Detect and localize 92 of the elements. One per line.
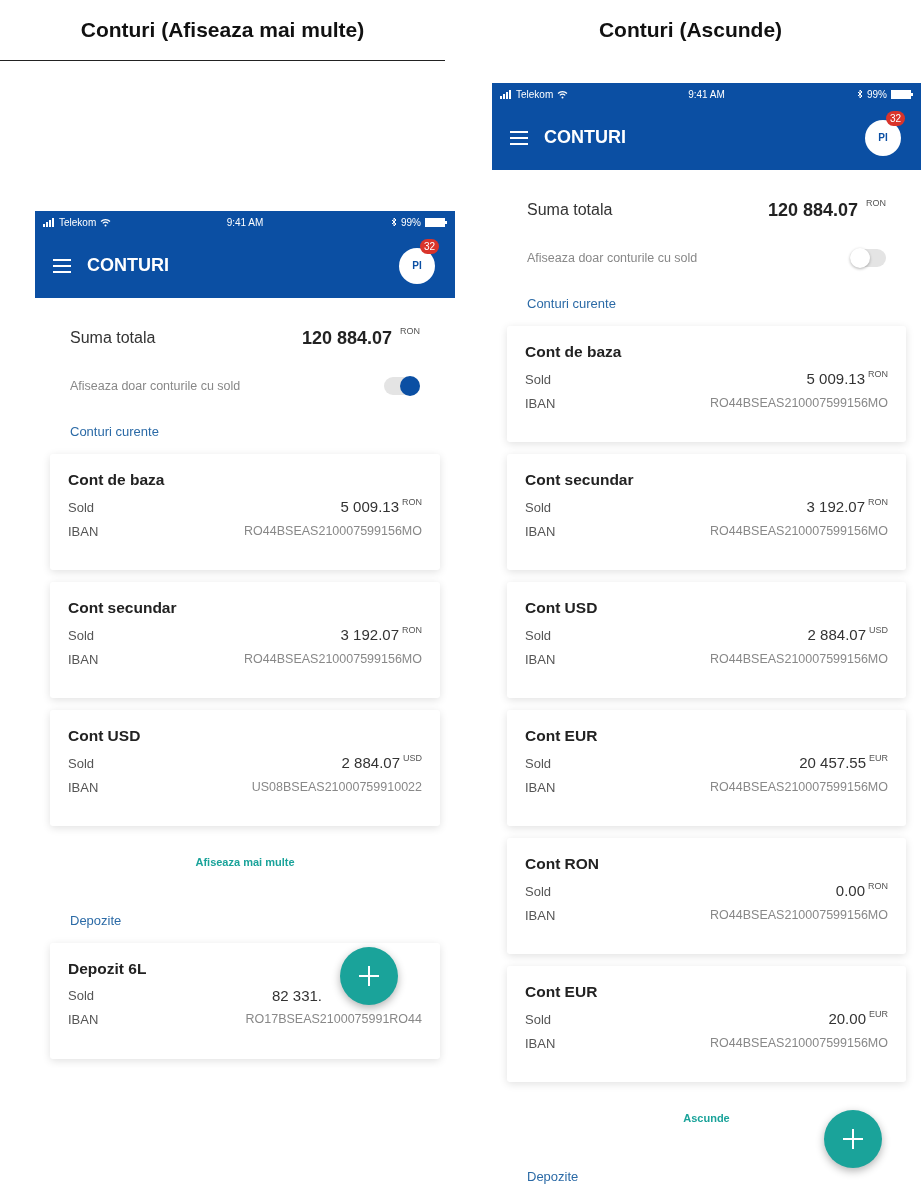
total-amount: 120 884.07 RON [301,324,420,350]
balance-label: Sold [68,987,95,1005]
notification-count: 32 [885,110,905,126]
screen-title: CONTURI [87,254,170,277]
currency-label: EUR [869,1009,888,1019]
add-button[interactable] [824,1110,882,1168]
balance-label: Sold [525,754,552,773]
iban-label: IBAN [68,650,99,669]
menu-icon [510,130,528,145]
account-name: Cont EUR [525,726,598,746]
iban-value: RO44BSEAS210007599156MO [710,1034,888,1052]
iban-label: IBAN [525,906,556,925]
currency-label: RON [868,881,888,891]
plus-icon [842,1128,864,1150]
balance-label: Sold [525,498,552,517]
iban-label: IBAN [68,522,99,541]
total-label: Suma totala [70,328,156,348]
iban-label: IBAN [525,522,556,541]
currency-label: USD [403,753,422,763]
screen-title: CONTURI [544,126,627,149]
section-title: Conturi curente [526,295,617,314]
battery-percent: 99% [867,87,887,102]
iban-value: RO44BSEAS210007599156MO [710,906,888,924]
battery-icon [891,89,913,99]
plus-icon [358,965,380,987]
section-title: Conturi curente [69,423,160,442]
total-amount: 120 884.07 RON [767,196,886,222]
toggle-switch[interactable] [384,377,420,395]
section-title: Depozite [526,1167,580,1186]
total-label: Suma totala [527,200,613,220]
caption: Conturi (Afiseaza mai multe) [79,17,366,43]
account-name: Cont secundar [525,470,634,490]
account-name: Cont EUR [525,982,598,1002]
balance-amount: 82 331. [271,985,322,1006]
wifi-icon [557,89,569,99]
balance-label: Sold [525,626,552,645]
wifi-icon [100,217,112,227]
carrier-name: Telekom [516,87,554,102]
iban-value: RO44BSEAS210007599156MO [710,522,888,540]
iban-value: RO44BSEAS210007599156MO [710,778,888,796]
iban-label: IBAN [525,394,556,413]
balance-label: Sold [68,498,95,517]
account-name: Cont de baza [525,342,622,362]
status-time: 9:41 AM [688,87,725,102]
account-name: Cont USD [68,726,141,746]
iban-label: IBAN [525,650,556,669]
currency-label: RON [402,625,422,635]
iban-value: RO17BSEAS2100075991RO44 [245,1011,422,1029]
filter-label: Afiseaza doar conturile cu sold [70,377,241,395]
balance-label: Sold [68,626,95,645]
filter-label: Afiseaza doar conturile cu sold [527,249,698,267]
battery-icon [425,217,447,227]
account-card[interactable]: Depozit 6L Sold 82 331. IBAN RO17BSEAS2100075991RO44 [50,942,440,1059]
currency-label: RON [866,197,886,208]
currency-label: RON [868,497,888,507]
balance-label: Sold [525,1010,552,1029]
battery-percent: 99% [401,215,421,230]
iban-label: IBAN [68,778,99,797]
menu-icon [53,258,71,273]
currency-label: USD [869,625,888,635]
bluetooth-icon [857,89,863,99]
account-name: Cont RON [525,854,600,874]
toggle-switch[interactable] [850,249,886,267]
iban-label: IBAN [525,778,556,797]
currency-label: RON [868,369,888,379]
account-name: Cont USD [525,598,598,618]
account-name: Depozit 6L [68,958,147,979]
iban-value: RO44BSEAS210007599156MO [244,522,422,540]
iban-label: IBAN [525,1034,556,1053]
caption: Conturi (Ascunde) [597,17,784,43]
account-name: Cont de baza [68,470,165,490]
iban-label: IBAN [68,1011,99,1029]
iban-value: RO44BSEAS210007599156MO [710,394,888,412]
currency-label: RON [402,497,422,507]
account-name: Cont secundar [68,598,177,618]
signal-icon [500,89,512,99]
iban-value: RO44BSEAS210007599156MO [710,650,888,668]
iban-value: RO44BSEAS210007599156MO [244,650,422,668]
iban-value: US08BSEAS21000759910022 [251,778,422,796]
balance-label: Sold [525,882,552,901]
balance-label: Sold [525,370,552,389]
menu-button[interactable] [510,130,528,145]
status-time: 9:41 AM [226,215,264,230]
currency-label: RON [400,325,420,336]
balance-label: Sold [68,754,95,773]
carrier-name: Telekom [59,215,97,230]
notification-count: 32 [419,238,439,254]
bluetooth-icon [391,217,397,227]
currency-label: EUR [869,753,888,763]
menu-button[interactable] [53,258,71,273]
section-title: Depozite [69,911,123,930]
signal-icon [43,217,55,227]
